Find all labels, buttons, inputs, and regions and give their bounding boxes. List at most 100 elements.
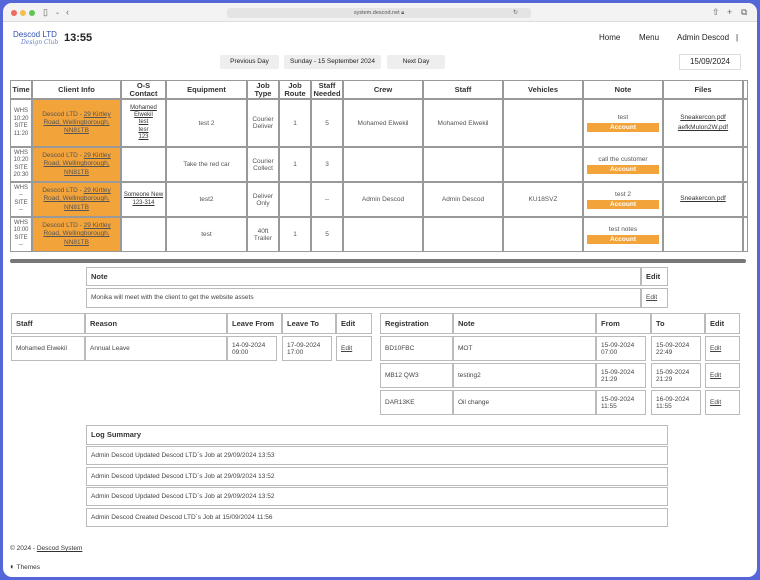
logo-tagline: Design Club: [21, 39, 59, 46]
vehicles-cell: [503, 99, 583, 147]
horizontal-scrollbar[interactable]: [10, 259, 746, 263]
column-header-overflow: [743, 80, 748, 99]
contact-line[interactable]: Mohamed Elwekil: [122, 105, 165, 119]
note-text: test notes: [608, 225, 638, 233]
vehicle-column-header: Note: [453, 313, 596, 334]
nav-menu[interactable]: Menu: [639, 33, 659, 42]
time-line: SITE: [14, 199, 28, 206]
files-cell: [663, 217, 743, 252]
minimize-window-button[interactable]: [20, 10, 26, 16]
time-cell: WHS 10:20 SITE 20:30: [10, 147, 32, 182]
vehicle-column-header: To: [651, 313, 705, 334]
browser-toolbar: ▯ ⌄ ‹ system.descod.net 🔒︎ ↻ ⇧ + ⧉: [3, 3, 757, 22]
log-entry: Admin Descod Created Descod LTD`s Job at…: [86, 507, 668, 527]
vehicle-edit-link[interactable]: Edit: [710, 372, 721, 379]
vehicle-edit-link[interactable]: Edit: [710, 345, 721, 352]
account-button[interactable]: Account: [587, 164, 659, 174]
leave-edit-cell: Edit: [336, 336, 372, 361]
leave-to-cell: 17-09-2024 17:00: [282, 336, 332, 361]
time-line: --: [19, 207, 23, 213]
logo[interactable]: Descod LTD: [13, 30, 57, 39]
job-route-cell: 1: [279, 147, 311, 182]
maximize-window-button[interactable]: [29, 10, 35, 16]
job-route-cell: 1: [279, 99, 311, 147]
file-link[interactable]: aefkMulon2W.pdf: [664, 123, 742, 133]
nav-home[interactable]: Home: [599, 33, 620, 42]
contact-cell: [121, 217, 166, 252]
contact-line[interactable]: Someone New: [122, 192, 165, 199]
vehicle-edit-link[interactable]: Edit: [710, 399, 721, 406]
row-overflow: [743, 182, 748, 217]
tabs-overview-icon[interactable]: ⧉: [741, 7, 747, 18]
time-cell: WHS -- SITE --: [10, 182, 32, 217]
time-line: 10:20: [13, 115, 29, 122]
job-type-cell: Courier Deliver: [247, 99, 279, 147]
reload-icon[interactable]: ↻: [513, 9, 518, 16]
note-text: test: [617, 114, 629, 121]
previous-day-button[interactable]: Previous Day: [220, 55, 279, 69]
new-tab-icon[interactable]: +: [727, 7, 732, 17]
time-line: WHS: [14, 108, 28, 114]
note-edit-link[interactable]: Edit: [646, 294, 657, 301]
sidebar-icon[interactable]: ▯: [43, 7, 48, 18]
date-range-label: Sunday - 15 September 2024: [284, 55, 381, 69]
files-cell: [663, 147, 743, 182]
column-header: Time: [10, 80, 32, 99]
vehicle-from-cell: 15-09-2024 11:55: [596, 390, 646, 415]
date-input[interactable]: 15/09/2024: [679, 54, 741, 70]
system-link[interactable]: Descod System: [37, 545, 83, 552]
time-line: 10:00: [13, 227, 29, 233]
files-cell: Sneakercon.pdf aefkMulon2W.pdf: [663, 99, 743, 147]
vehicle-edit-cell: Edit: [705, 363, 740, 388]
next-day-button[interactable]: Next Day: [387, 55, 445, 69]
vehicle-to-cell: 16-09-2024 11:55: [651, 390, 701, 415]
vehicle-edit-cell: Edit: [705, 336, 740, 361]
equipment-cell: test 2: [166, 99, 247, 147]
note-cell: call the customer Account: [583, 147, 663, 182]
share-icon[interactable]: ⇧: [712, 7, 720, 18]
note-cell: test Account: [583, 99, 663, 147]
contact-line[interactable]: 123: [122, 134, 165, 141]
leave-reason-cell: Annual Leave: [85, 336, 227, 361]
account-button[interactable]: Account: [587, 199, 659, 209]
leave-from-cell: 14-09-2024 09:00: [227, 336, 277, 361]
account-button[interactable]: Account: [587, 123, 659, 132]
column-header: Staff Needed: [311, 80, 343, 99]
themes-toggle[interactable]: ◐ Themes: [10, 562, 40, 571]
contact-line[interactable]: 123-314: [122, 200, 165, 207]
account-button[interactable]: Account: [587, 234, 659, 244]
chevron-down-icon[interactable]: ⌄: [55, 9, 60, 16]
client-info-cell[interactable]: Descod LTD - 29 Kirtley Road, Wellingbor…: [32, 147, 121, 182]
time-line: WHS: [14, 184, 28, 191]
crew-cell: Mohamed Elwekil: [343, 99, 423, 147]
client-info-cell[interactable]: Descod LTD - 29 Kirtley Road, Wellingbor…: [32, 217, 121, 252]
time-line: WHS: [14, 149, 28, 156]
back-icon[interactable]: ‹: [66, 7, 69, 17]
contact-line[interactable]: tesr: [122, 127, 165, 134]
close-window-button[interactable]: [11, 10, 17, 16]
address-bar[interactable]: system.descod.net 🔒︎: [227, 8, 531, 18]
file-link[interactable]: Sneakercon.pdf: [664, 113, 742, 123]
table-row: WHS 10:00 SITE -- Descod LTD - 29 Kirtley Ro…: [10, 217, 748, 252]
file-link[interactable]: Sneakercon.pdf: [664, 194, 742, 204]
staff-needed-cell: 5: [311, 99, 343, 147]
time-line: SITE: [14, 164, 28, 171]
leave-staff-cell: Mohamed Elwekil: [11, 336, 85, 361]
job-type-cell: Courier Collect: [247, 147, 279, 182]
vehicle-column-header: Registration: [380, 313, 453, 334]
vehicle-to-cell: 15-09-2024 22:49: [651, 336, 701, 361]
log-entry: Admin Descod Updated Descod LTD`s Job at…: [86, 487, 668, 506]
contact-line[interactable]: test: [122, 119, 165, 126]
time-cell: WHS 10:00 SITE --: [10, 217, 32, 252]
leave-edit-link[interactable]: Edit: [341, 345, 352, 352]
job-type-cell: 40ft Trailer: [247, 217, 279, 252]
time-line: --: [19, 192, 23, 198]
leave-column-header: Leave From: [227, 313, 282, 334]
contact-cell: Someone New 123-314: [121, 182, 166, 217]
note-edit-header: Edit: [641, 267, 668, 286]
user-menu[interactable]: Admin Descod: [677, 33, 729, 42]
client-info-cell[interactable]: Descod LTD - 29 Kirtley Road, Wellingbor…: [32, 99, 121, 147]
client-info-cell[interactable]: Descod LTD - 29 Kirtley Road, Wellingbor…: [32, 182, 121, 217]
time-line: 11:20: [13, 130, 29, 137]
vehicle-note-cell: MOT: [453, 336, 596, 361]
